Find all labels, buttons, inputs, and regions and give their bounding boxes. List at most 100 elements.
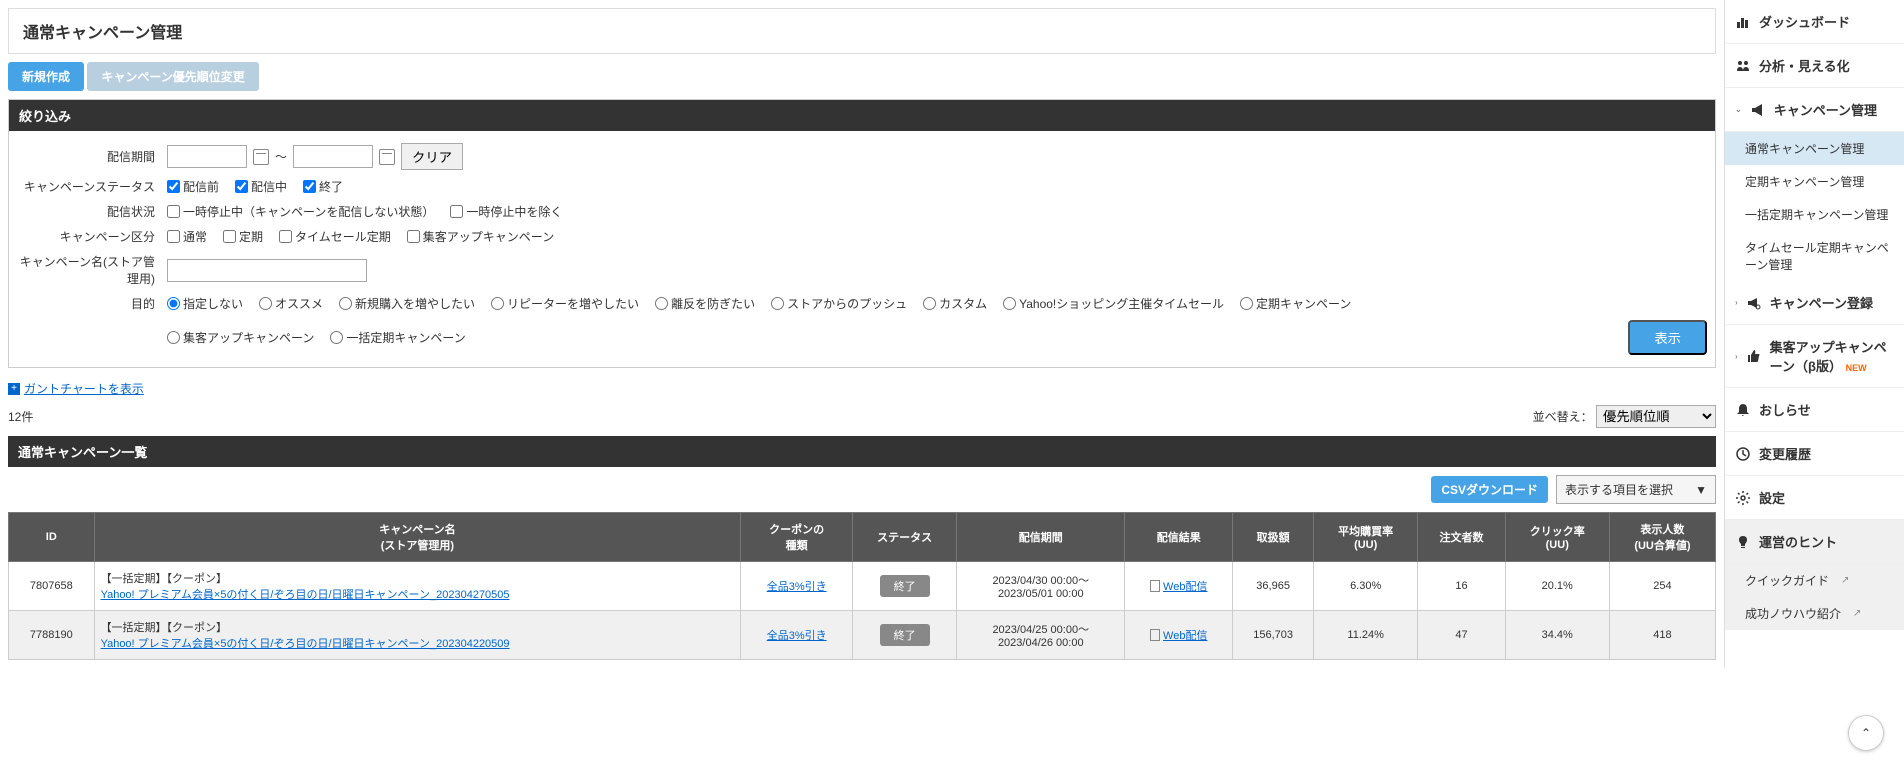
chart-icon (1735, 14, 1751, 30)
chevron-right-icon: › (1735, 352, 1738, 361)
calendar-icon[interactable] (253, 149, 269, 165)
gantt-link[interactable]: ガントチャートを表示 (24, 380, 144, 397)
priority-button[interactable]: キャンペーン優先順位変更 (87, 62, 258, 91)
paused-checkbox[interactable] (167, 205, 180, 218)
cell-avg: 6.30% (1314, 562, 1418, 611)
cell-status: 終了 (853, 562, 957, 611)
cell-orderers: 47 (1418, 611, 1505, 660)
division-regular-checkbox[interactable] (223, 230, 236, 243)
col-handling: 取扱額 (1233, 513, 1314, 562)
coupon-link[interactable]: 全品3%引き (767, 581, 827, 593)
status-badge: 終了 (880, 624, 930, 646)
sidebar-sub-normal[interactable]: 通常キャンペーン管理 (1725, 132, 1904, 165)
purpose-storepush-radio[interactable] (771, 297, 784, 310)
sidebar-sub-bulk[interactable]: 一括定期キャンペーン管理 (1725, 198, 1904, 231)
delivery-label: 配信状況 (17, 203, 167, 220)
purpose-yahoo-radio[interactable] (1003, 297, 1016, 310)
date-to-input[interactable] (293, 145, 373, 168)
sidebar-dashboard[interactable]: ダッシュボード (1725, 0, 1904, 44)
plus-icon[interactable]: + (8, 383, 20, 395)
sidebar-campaign-reg[interactable]: › キャンペーン登録 (1725, 281, 1904, 325)
filter-header: 絞り込み (9, 100, 1715, 131)
sidebar-sub-timesale[interactable]: タイムセール定期キャンペーン管理 (1725, 231, 1904, 281)
csv-button[interactable]: CSVダウンロード (1431, 476, 1548, 503)
result-count: 12件 (8, 408, 33, 425)
calendar-icon[interactable] (379, 149, 395, 165)
division-timesale-checkbox[interactable] (279, 230, 292, 243)
sidebar-sub-regular[interactable]: 定期キャンペーン管理 (1725, 165, 1904, 198)
cell-result: Web配信 (1125, 611, 1233, 660)
sort-select[interactable]: 優先順位順 (1596, 405, 1716, 428)
purpose-none-radio[interactable] (167, 297, 180, 310)
chevron-right-icon: › (1735, 298, 1738, 307)
status-before-checkbox[interactable] (167, 180, 180, 193)
sort-label: 並べ替え： (1533, 410, 1593, 424)
megaphone-icon (1750, 102, 1766, 118)
result-link[interactable]: Web配信 (1163, 578, 1207, 594)
division-label: キャンペーン区分 (17, 228, 167, 245)
sidebar-quick-guide[interactable]: クイックガイド ↗ (1725, 564, 1904, 597)
status-end-checkbox[interactable] (303, 180, 316, 193)
column-select[interactable]: 表示する項目を選択 ▼ (1556, 475, 1716, 504)
cell-orderers: 16 (1418, 562, 1505, 611)
new-badge: NEW (1846, 363, 1867, 373)
cell-period: 2023/04/30 00:00～ 2023/05/01 00:00 (957, 562, 1125, 611)
cell-id: 7788190 (9, 611, 95, 660)
chevron-up-icon: ⌃ (1861, 726, 1871, 740)
period-label: 配信期間 (17, 148, 167, 165)
status-badge: 終了 (880, 575, 930, 597)
cell-result: Web配信 (1125, 562, 1233, 611)
gear-icon (1735, 490, 1751, 506)
sidebar-history[interactable]: 変更履歴 (1725, 432, 1904, 476)
col-id: ID (9, 513, 95, 562)
megaphone-gear-icon (1746, 295, 1762, 311)
sidebar-analysis[interactable]: 分析・見える化 (1725, 44, 1904, 88)
purpose-label: 目的 (17, 295, 167, 312)
thumbs-up-icon (1746, 348, 1762, 364)
cell-impressions: 254 (1609, 562, 1715, 611)
clear-button[interactable]: クリア (401, 143, 463, 170)
new-button[interactable]: 新規作成 (8, 62, 84, 91)
date-from-input[interactable] (167, 145, 247, 168)
cell-status: 終了 (853, 611, 957, 660)
cell-name: 【一括定期】【クーポン】 Yahoo! プレミアム会員×5の付く日/ぞろ目の日/… (94, 611, 741, 660)
purpose-regular-radio[interactable] (1240, 297, 1253, 310)
campaign-link[interactable]: Yahoo! プレミアム会員×5の付く日/ぞろ目の日/日曜日キャンペーン_202… (101, 589, 510, 601)
document-icon (1150, 580, 1160, 592)
cell-id: 7807658 (9, 562, 95, 611)
purpose-newpurchase-radio[interactable] (339, 297, 352, 310)
sidebar-success[interactable]: 成功ノウハウ紹介 ↗ (1725, 597, 1904, 630)
col-status: ステータス (853, 513, 957, 562)
campaign-name-input[interactable] (167, 259, 367, 282)
history-icon (1735, 446, 1751, 462)
sidebar-settings[interactable]: 設定 (1725, 476, 1904, 520)
col-period: 配信期間 (957, 513, 1125, 562)
table-row: 7788190 【一括定期】【クーポン】 Yahoo! プレミアム会員×5の付く… (9, 611, 1716, 660)
exclude-paused-checkbox[interactable] (450, 205, 463, 218)
purpose-attract-radio[interactable] (167, 331, 180, 344)
division-attract-checkbox[interactable] (407, 230, 420, 243)
sidebar-hints-header: 運営のヒント (1725, 520, 1904, 564)
purpose-recommend-radio[interactable] (259, 297, 272, 310)
external-link-icon: ↗ (1853, 608, 1861, 619)
scroll-top-button[interactable]: ⌃ (1848, 715, 1884, 751)
purpose-custom-radio[interactable] (923, 297, 936, 310)
lightbulb-icon (1735, 534, 1751, 550)
status-during-checkbox[interactable] (235, 180, 248, 193)
purpose-prevent-radio[interactable] (655, 297, 668, 310)
result-link[interactable]: Web配信 (1163, 627, 1207, 643)
col-avg: 平均購買率 (UU) (1314, 513, 1418, 562)
sidebar-attract[interactable]: › 集客アップキャンペーン（β版） NEW (1725, 325, 1904, 388)
external-link-icon: ↗ (1841, 575, 1849, 586)
purpose-bulk-radio[interactable] (330, 331, 343, 344)
division-normal-checkbox[interactable] (167, 230, 180, 243)
sidebar-notice[interactable]: おしらせ (1725, 388, 1904, 432)
purpose-repeater-radio[interactable] (491, 297, 504, 310)
cell-handling: 156,703 (1233, 611, 1314, 660)
sidebar-campaign-mgmt[interactable]: ⌄ キャンペーン管理 (1725, 88, 1904, 132)
coupon-link[interactable]: 全品3%引き (767, 630, 827, 642)
display-button[interactable]: 表示 (1628, 320, 1707, 355)
bell-icon (1735, 402, 1751, 418)
cell-avg: 11.24% (1314, 611, 1418, 660)
campaign-link[interactable]: Yahoo! プレミアム会員×5の付く日/ぞろ目の日/日曜日キャンペーン_202… (101, 638, 510, 650)
